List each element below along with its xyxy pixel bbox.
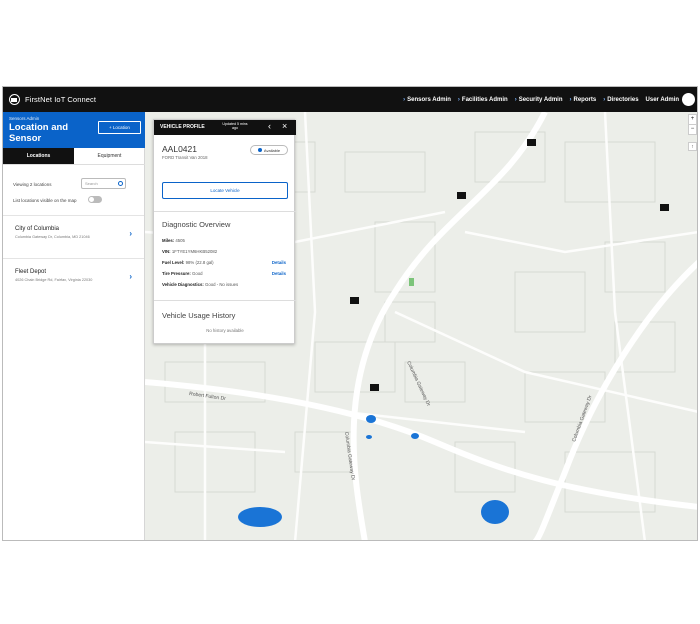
compass-icon[interactable]: ↑ bbox=[688, 142, 697, 151]
tab-equipment[interactable]: Equipment bbox=[74, 148, 145, 165]
chevron-right-icon: › bbox=[129, 272, 132, 281]
main-nav: › Sensors Admin › Facilities Admin › Securi… bbox=[403, 87, 679, 112]
nav-sensors-admin[interactable]: › Sensors Admin bbox=[403, 97, 451, 103]
chevron-right-icon: › bbox=[129, 229, 132, 238]
brand-name: FirstNet IoT Connect bbox=[25, 95, 97, 104]
vehicle-marker bbox=[457, 192, 466, 199]
locations-panel: Sensors Admin Location and Sensor + Loca… bbox=[3, 112, 145, 540]
tab-locations[interactable]: Locations bbox=[3, 148, 74, 165]
divider bbox=[154, 300, 296, 301]
location-name: City of Columbia bbox=[15, 226, 60, 232]
location-address: Columbia Gateway Dr, Columbia, MD 21046 bbox=[15, 235, 90, 239]
zoom-in-button[interactable]: + bbox=[689, 115, 696, 124]
diagnostics-row: Vehicle Diagnostics: Good - No issues bbox=[162, 282, 239, 287]
top-bar: FirstNet IoT Connect › Sensors Admin › Fac… bbox=[3, 87, 697, 112]
usage-history-title: Vehicle Usage History bbox=[162, 311, 236, 320]
page-title: Location and Sensor bbox=[9, 122, 69, 144]
nav-user-admin[interactable]: User Admin bbox=[646, 97, 679, 103]
status-badge: Available bbox=[250, 145, 288, 155]
fuel-row: Fuel Level: 98% (22.8 gal) bbox=[162, 260, 214, 265]
park-area bbox=[409, 278, 414, 286]
vehicle-marker bbox=[660, 204, 669, 211]
status-text: Available bbox=[263, 147, 281, 153]
vehicle-marker bbox=[350, 297, 359, 304]
diagnostic-title: Diagnostic Overview bbox=[162, 220, 231, 229]
vehicle-model: FORD Transit Van 2018 bbox=[162, 155, 208, 160]
updated-timestamp: Updated 5 mins ago bbox=[222, 122, 248, 130]
search-input[interactable]: Search bbox=[81, 178, 126, 189]
card-header: VEHICLE PROFILE Updated 5 mins ago ‹ × bbox=[154, 120, 296, 135]
globe-icon bbox=[9, 94, 20, 105]
chevron-left-icon[interactable]: ‹ bbox=[268, 121, 271, 131]
list-item[interactable]: Fleet Depot 4026 Chain Bridge Rd, Fairfa… bbox=[3, 258, 144, 298]
miles-row: Miles: 4505 bbox=[162, 238, 185, 243]
nav-reports[interactable]: › Reports bbox=[570, 97, 597, 103]
vehicle-profile-card: VEHICLE PROFILE Updated 5 mins ago ‹ × A… bbox=[153, 119, 296, 344]
vehicle-marker bbox=[370, 384, 379, 391]
fuel-details-link[interactable]: Details bbox=[272, 260, 286, 265]
tire-details-link[interactable]: Details bbox=[272, 271, 286, 276]
avatar[interactable] bbox=[682, 93, 695, 106]
search-icon[interactable] bbox=[118, 181, 123, 186]
list-item[interactable]: City of Columbia Columbia Gateway Dr, Co… bbox=[3, 215, 144, 255]
locations-count: Viewing 2 locations bbox=[13, 182, 52, 187]
add-location-button[interactable]: + Location bbox=[98, 121, 141, 134]
no-history-text: No history available bbox=[206, 328, 244, 333]
nav-security-admin[interactable]: › Security Admin bbox=[515, 97, 563, 103]
brand-logo[interactable]: FirstNet IoT Connect bbox=[9, 94, 96, 105]
breadcrumb[interactable]: Sensors Admin bbox=[9, 116, 39, 121]
toggle-label: List locations visible on the map bbox=[13, 198, 77, 203]
nav-facilities-admin[interactable]: › Facilities Admin bbox=[458, 97, 508, 103]
tire-row: Tire Pressure: Good bbox=[162, 271, 203, 276]
nav-directories[interactable]: › Directories bbox=[603, 97, 638, 103]
search-placeholder: Search bbox=[85, 181, 98, 186]
panel-header: Sensors Admin Location and Sensor + Loca… bbox=[3, 112, 145, 148]
map-filter-toggle[interactable] bbox=[88, 196, 102, 203]
divider bbox=[154, 211, 296, 212]
status-dot-icon bbox=[257, 148, 262, 152]
close-icon[interactable]: × bbox=[282, 121, 287, 131]
app-window: FirstNet IoT Connect › Sensors Admin › Fac… bbox=[2, 86, 698, 541]
zoom-controls: + − bbox=[688, 114, 697, 135]
zoom-out-button[interactable]: − bbox=[689, 124, 696, 134]
location-name: Fleet Depot bbox=[15, 269, 47, 275]
location-address: 4026 Chain Bridge Rd, Fairfax, Virginia … bbox=[15, 278, 93, 282]
vehicle-marker bbox=[527, 139, 536, 146]
locate-vehicle-button[interactable]: Locate Vehicle bbox=[162, 182, 288, 199]
card-title: VEHICLE PROFILE bbox=[160, 124, 205, 130]
vin-row: VIN: 1FTYE1YM6HKB52082 bbox=[162, 249, 218, 254]
panel-tabs: Locations Equipment bbox=[3, 148, 145, 165]
vehicle-id: AAL0421 bbox=[162, 144, 197, 154]
